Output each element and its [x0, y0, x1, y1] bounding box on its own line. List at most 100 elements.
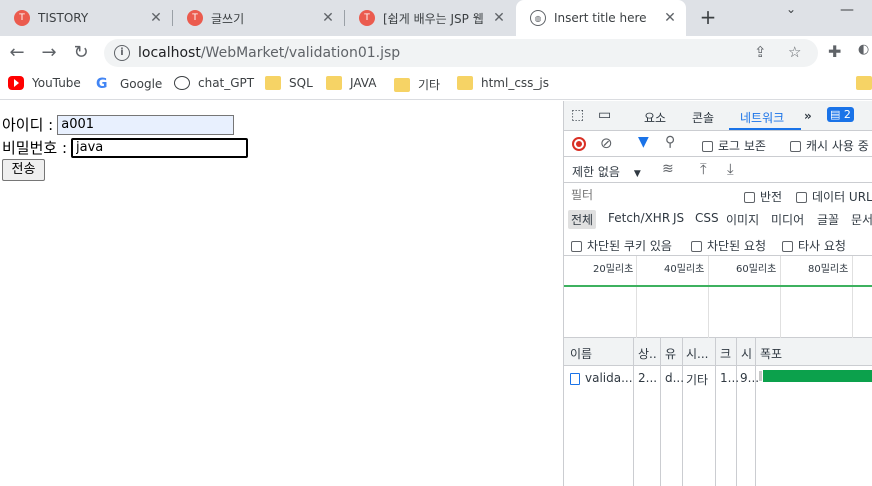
tab-tistory[interactable]: T TISTORY ✕: [0, 0, 172, 36]
clear-icon[interactable]: ⊘: [600, 134, 613, 152]
close-icon[interactable]: ✕: [660, 10, 680, 26]
blocked-cookies-checkbox[interactable]: 차단된 쿠키 있음: [571, 237, 672, 254]
close-icon[interactable]: ✕: [146, 10, 166, 26]
data-url-checkbox[interactable]: 데이터 URL: [796, 188, 872, 205]
search-icon[interactable]: ⚲: [665, 134, 675, 150]
tab-insert-title[interactable]: ◍ Insert title here ✕: [516, 0, 686, 36]
network-overview[interactable]: 20밀리초 40밀리초 60밀리초 80밀리초: [564, 256, 872, 338]
tab-network[interactable]: 네트워크: [740, 109, 784, 126]
url-text[interactable]: localhost/WebMarket/validation01.jsp: [138, 45, 400, 61]
timeline-tick-label: 80밀리초: [808, 264, 849, 275]
preserve-log-label: 로그 보존: [718, 139, 766, 153]
type-font[interactable]: 글꼴: [817, 211, 839, 228]
column-divider: [682, 338, 683, 486]
network-toolbar: ⊘ ▼ ⚲ 로그 보존 캐시 사용 중: [564, 131, 872, 157]
id-input[interactable]: [57, 114, 235, 135]
type-doc[interactable]: 문서: [851, 211, 872, 228]
column-size[interactable]: 크: [720, 345, 731, 362]
column-type[interactable]: 유: [665, 345, 676, 362]
type-all[interactable]: 전체: [568, 210, 597, 229]
column-divider: [755, 338, 756, 486]
share-icon[interactable]: ⇪: [754, 43, 767, 61]
tab-elements[interactable]: 요소: [644, 109, 666, 126]
request-name-cell[interactable]: valida...: [570, 371, 633, 385]
bookmark-other-folder[interactable]: [856, 76, 872, 90]
back-icon[interactable]: ←: [6, 42, 28, 64]
third-party-checkbox[interactable]: 타사 요청: [782, 237, 846, 254]
bookmark-label: JAVA: [350, 76, 377, 90]
password-input[interactable]: [71, 137, 249, 158]
devtools-tab-bar: ⬚ ▭ 요소 콘솔 네트워크 » ▤ 2: [564, 101, 872, 131]
close-icon[interactable]: ✕: [318, 10, 338, 26]
bookmark-label: YouTube: [32, 76, 81, 90]
new-tab-button[interactable]: +: [696, 6, 720, 30]
bookmark-etc[interactable]: 기타: [394, 76, 440, 93]
type-media[interactable]: 미디어: [771, 211, 804, 228]
more-tabs-icon[interactable]: »: [804, 109, 812, 123]
tab-jsp[interactable]: T [쉽게 배우는 JSP 웹 ✕: [345, 0, 515, 36]
extensions-icon[interactable]: ✚: [828, 42, 841, 61]
tab-title: Insert title here: [554, 11, 647, 25]
reload-icon[interactable]: ↻: [70, 42, 92, 64]
upload-icon[interactable]: ⤒: [700, 160, 707, 178]
chevron-down-icon[interactable]: ⌄: [786, 2, 796, 16]
document-icon: [570, 372, 580, 385]
checkbox-icon: [571, 241, 582, 252]
request-size: 1...: [720, 371, 740, 385]
google-icon: G: [96, 76, 108, 92]
column-waterfall[interactable]: 폭포: [760, 345, 782, 362]
filter-input[interactable]: [568, 186, 704, 204]
type-fetch-xhr[interactable]: Fetch/XHR: [608, 211, 670, 225]
bookmark-java[interactable]: JAVA: [326, 76, 376, 90]
star-icon[interactable]: ☆: [788, 43, 801, 61]
column-initiator[interactable]: 시...: [686, 345, 708, 362]
checkbox-icon: [744, 192, 755, 203]
site-info-icon[interactable]: i: [114, 45, 130, 61]
column-name[interactable]: 이름: [570, 345, 592, 362]
wifi-icon[interactable]: ≋: [662, 161, 674, 177]
bookmark-chatgpt[interactable]: chat_GPT: [174, 76, 254, 90]
profile-icon[interactable]: ◐: [858, 42, 869, 57]
folder-icon: [265, 76, 281, 90]
checkbox-icon: [790, 141, 801, 152]
address-bar[interactable]: i localhost/WebMarket/validation01.jsp ⇪…: [104, 39, 818, 67]
forward-icon[interactable]: →: [38, 42, 60, 64]
tistory-icon: T: [14, 10, 30, 26]
inspect-icon[interactable]: ⬚: [571, 107, 584, 123]
tistory-icon: T: [359, 10, 375, 26]
timeline-gridline: [852, 256, 853, 338]
disable-cache-checkbox[interactable]: 캐시 사용 중: [790, 137, 869, 154]
close-icon[interactable]: ✕: [489, 10, 509, 26]
tab-title: 글쓰기: [211, 11, 245, 26]
tab-console[interactable]: 콘솔: [692, 109, 714, 126]
bookmark-html-css-js[interactable]: html_css_js: [457, 76, 549, 90]
throttle-select[interactable]: 제한 없음 ▼: [572, 163, 641, 180]
issues-badge[interactable]: ▤ 2: [827, 107, 854, 122]
invert-checkbox[interactable]: 반전: [744, 188, 782, 205]
device-toolbar-icon[interactable]: ▭: [598, 107, 611, 123]
submit-button[interactable]: 전송: [2, 159, 45, 181]
column-time[interactable]: 시: [741, 345, 752, 362]
blocked-requests-checkbox[interactable]: 차단된 요청: [691, 237, 766, 254]
bookmark-label: Google: [120, 77, 163, 91]
bookmark-sql[interactable]: SQL: [265, 76, 313, 90]
folder-icon: [326, 76, 342, 90]
filter-icon[interactable]: ▼: [638, 134, 649, 150]
minimize-icon[interactable]: —: [840, 2, 854, 18]
record-icon[interactable]: [572, 137, 586, 151]
url-host: localhost: [138, 45, 201, 61]
request-name: valida...: [585, 371, 633, 385]
request-type: d...: [665, 371, 685, 385]
column-status[interactable]: 상..: [638, 345, 657, 362]
bookmark-google[interactable]: G Google: [96, 76, 162, 92]
type-js[interactable]: JS: [673, 211, 684, 225]
timeline-activity-line: [564, 285, 872, 287]
timeline-gridline: [636, 256, 637, 338]
tistory-icon: T: [187, 10, 203, 26]
type-image[interactable]: 이미지: [726, 211, 759, 228]
preserve-log-checkbox[interactable]: 로그 보존: [702, 137, 766, 154]
download-icon[interactable]: ⤓: [727, 160, 734, 178]
type-css[interactable]: CSS: [695, 211, 719, 225]
bookmark-youtube[interactable]: YouTube: [8, 76, 81, 90]
tab-write[interactable]: T 글쓰기 ✕: [173, 0, 344, 36]
